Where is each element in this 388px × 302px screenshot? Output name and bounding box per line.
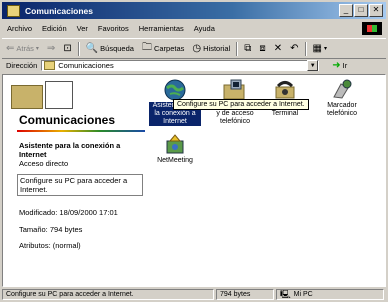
window-title: Comunicaciones <box>25 5 94 16</box>
file-item[interactable]: Hyper Terminal <box>265 78 305 118</box>
dialer-icon <box>329 78 355 102</box>
search-icon: 🔍 <box>85 43 99 54</box>
copy-to-icon: ⧈ <box>259 43 266 54</box>
history-button[interactable]: ◷ Historial <box>188 43 234 54</box>
address-label: Dirección <box>6 61 38 70</box>
file-attributes: Atributos: (normal) <box>19 241 81 250</box>
menu-favoritos[interactable]: Favoritos <box>93 24 134 33</box>
selected-item-type: Acceso directo <box>19 159 69 168</box>
file-size: Tamaño: 794 bytes <box>19 225 83 234</box>
forward-arrow-icon: ⇒ <box>46 43 56 54</box>
back-label: Atrás <box>16 44 34 53</box>
up-folder-icon: ⊡ <box>63 43 72 54</box>
delete-icon: ✕ <box>273 43 283 54</box>
folders-icon: 🗀 <box>141 42 152 53</box>
standard-toolbar: ⇐ Atrás ▾ ⇒ ⊡ 🔍 Búsqueda 🗀 Carpetas ◷ Hi… <box>2 38 386 59</box>
folder-view: Comunicaciones Asistente para la conexió… <box>2 74 386 287</box>
folders-button[interactable]: 🗀 Carpetas <box>138 40 188 57</box>
folders-label: Carpetas <box>153 44 185 53</box>
views-button[interactable]: ▦ ▾ <box>309 43 331 54</box>
address-value: Comunicaciones <box>58 61 114 70</box>
folder-icon <box>7 4 20 17</box>
menu-herramientas[interactable]: Herramientas <box>134 24 189 33</box>
menu-ayuda[interactable]: Ayuda <box>189 24 220 33</box>
move-to-icon: ⧉ <box>244 43 252 54</box>
address-dropdown-button[interactable]: ▼ <box>307 60 319 71</box>
back-button[interactable]: ⇐ Atrás ▾ <box>2 43 43 54</box>
computer-icon: 🖳 <box>280 289 291 299</box>
file-item-label: Marcador telefónico <box>327 102 357 117</box>
history-icon: ◷ <box>192 43 202 54</box>
copy-to-button[interactable]: ⧈ <box>255 43 269 54</box>
history-label: Historial <box>203 44 231 53</box>
undo-icon: ↶ <box>290 43 299 54</box>
back-arrow-icon: ⇐ <box>6 43 15 54</box>
status-zone: 🖳 Mi PC <box>276 289 384 300</box>
modified-date: Modificado: 18/09/2000 17:01 <box>19 208 118 217</box>
views-icon: ▦ <box>312 43 322 54</box>
status-size: 794 bytes <box>216 289 274 300</box>
file-item[interactable]: NetMeeting <box>153 133 197 165</box>
menu-archivo[interactable]: Archivo <box>2 24 37 33</box>
menu-edicion[interactable]: Edición <box>37 24 72 33</box>
menu-ver[interactable]: Ver <box>72 24 93 33</box>
address-bar: Dirección Comunicaciones ▼ ➜ Ir <box>2 58 386 73</box>
selected-item-title: Asistente para la conexión a Internet <box>19 141 121 159</box>
forward-button[interactable]: ⇒ <box>43 43 59 54</box>
minimize-button[interactable]: _ <box>339 4 353 17</box>
windows-logo-icon <box>362 22 382 35</box>
netmeeting-icon <box>162 133 188 157</box>
status-bar: Configure su PC para acceder a Internet.… <box>2 289 386 301</box>
file-item[interactable]: Marcador telefónico <box>319 78 365 118</box>
info-pane: Comunicaciones Asistente para la conexió… <box>3 75 147 286</box>
close-button[interactable]: ✕ <box>369 4 383 17</box>
explorer-window: Comunicaciones _ □ ✕ Archivo Edición Ver… <box>0 0 388 302</box>
delete-button[interactable]: ✕ <box>270 43 286 54</box>
up-folder-button[interactable]: ⊡ <box>59 43 75 54</box>
selected-item-description: Configure su PC para acceder a Internet. <box>17 174 143 196</box>
menu-bar: Archivo Edición Ver Favoritos Herramient… <box>2 21 386 36</box>
maximize-button[interactable]: □ <box>354 4 368 17</box>
status-zone-label: Mi PC <box>293 290 313 298</box>
tooltip: Configure su PC para acceder a Internet. <box>173 99 309 110</box>
title-rule <box>17 130 145 132</box>
move-to-button[interactable]: ⧉ <box>240 43 255 54</box>
status-text: Configure su PC para acceder a Internet. <box>2 289 214 300</box>
folder-large-icon <box>7 79 77 109</box>
go-button[interactable]: ➜ Ir <box>332 60 347 71</box>
file-item-label: NetMeeting <box>157 157 193 164</box>
undo-button[interactable]: ↶ <box>286 43 302 54</box>
search-button[interactable]: 🔍 Búsqueda <box>82 43 138 54</box>
folder-icon <box>44 61 56 70</box>
title-bar[interactable]: Comunicaciones _ □ ✕ <box>2 2 386 19</box>
search-label: Búsqueda <box>100 44 134 53</box>
address-input[interactable]: Comunicaciones <box>41 60 320 71</box>
go-label: Ir <box>342 61 348 70</box>
go-arrow-icon: ➜ <box>332 60 341 71</box>
folder-title: Comunicaciones <box>19 113 116 127</box>
